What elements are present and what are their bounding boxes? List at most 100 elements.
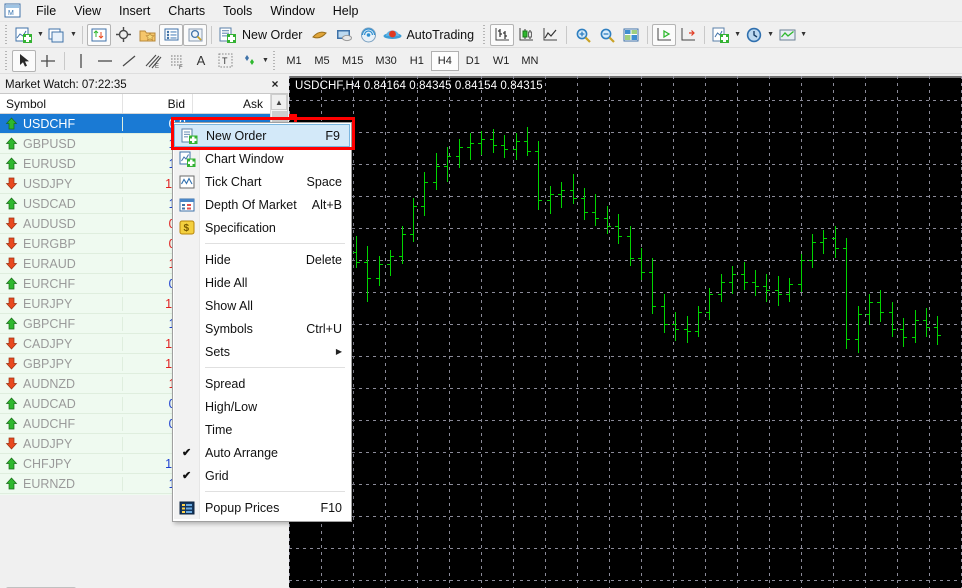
market-watch-context-menu[interactable]: New Order F9 Chart Window Tick Chart Space De… (172, 122, 352, 522)
ohlc-bar (687, 315, 688, 344)
ohlc-open-tick (570, 190, 573, 191)
context-menu-item[interactable]: Symbols Ctrl+U (173, 317, 351, 340)
ohlc-close-tick (368, 278, 371, 279)
timeframe-mn[interactable]: MN (515, 51, 544, 71)
context-menu-separator (205, 491, 345, 492)
ohlc-close-tick (688, 331, 691, 332)
data-window-button[interactable] (111, 24, 135, 46)
new-chart-dropdown-icon[interactable]: ▼ (36, 24, 45, 46)
navigator-button[interactable] (135, 24, 159, 46)
bar-chart-button[interactable] (490, 23, 515, 46)
signals-button[interactable] (356, 24, 380, 46)
ohlc-open-tick (809, 260, 812, 261)
column-header-symbol[interactable]: Symbol (0, 94, 122, 113)
new-order-button[interactable] (216, 24, 240, 46)
toolbar-grip-2[interactable] (481, 24, 488, 45)
chart-window[interactable]: USDCHF,H4 0.84164 0.84345 0.84154 0.8431… (289, 76, 962, 588)
timeframe-toolbar-grip[interactable] (271, 50, 277, 71)
symbol-name: AUDUSD (23, 216, 76, 231)
shapes-tool[interactable] (237, 50, 261, 72)
context-menu-item[interactable]: ✔ Grid (173, 464, 351, 487)
ohlc-close-tick (699, 312, 702, 313)
context-menu-item[interactable]: Spread (173, 372, 351, 395)
context-menu-item[interactable]: Popup Prices F10 (173, 496, 351, 519)
text-label-tool[interactable]: T (213, 50, 237, 72)
context-menu-item[interactable]: Sets ▶ (173, 340, 351, 363)
period-dropdown-icon[interactable]: ▼ (766, 24, 775, 46)
shapes-dropdown-icon[interactable]: ▼ (261, 50, 270, 72)
ohlc-open-tick (501, 145, 504, 146)
symbol-name: EURAUD (23, 256, 76, 271)
vertical-line-tool[interactable] (69, 50, 93, 72)
context-menu-item[interactable]: Hide All (173, 271, 351, 294)
period-button[interactable] (742, 24, 766, 46)
line-chart-button[interactable] (538, 24, 562, 46)
market-watch-close-icon[interactable]: × (268, 77, 282, 92)
timeframe-m30[interactable]: M30 (369, 51, 402, 71)
line-toolbar-grip[interactable] (3, 50, 9, 71)
context-menu-item[interactable]: Depth Of Market Alt+B (173, 193, 351, 216)
horizontal-line-tool[interactable] (93, 50, 117, 72)
ohlc-open-tick (775, 290, 778, 291)
menu-window[interactable]: Window (261, 1, 323, 21)
timeframe-d1[interactable]: D1 (459, 51, 487, 71)
profiles-button[interactable] (45, 24, 69, 46)
scrollbar-up-arrow-icon[interactable]: ▲ (271, 94, 287, 110)
crosshair-tool[interactable] (36, 50, 60, 72)
timeframe-m1[interactable]: M1 (280, 51, 308, 71)
menu-file[interactable]: File (27, 1, 65, 21)
indicators-button[interactable] (709, 24, 733, 46)
chart-shift-button[interactable] (676, 24, 700, 46)
context-menu-item[interactable]: ✔ Auto Arrange (173, 441, 351, 464)
auto-scroll-button[interactable] (652, 23, 677, 46)
autotrading-button[interactable] (380, 24, 404, 46)
timeframe-h1[interactable]: H1 (403, 51, 431, 71)
ohlc-close-tick (813, 242, 816, 243)
cursor-tool[interactable] (12, 49, 36, 72)
timeframe-m15[interactable]: M15 (336, 51, 369, 71)
context-menu-item-shortcut: F9 (325, 128, 340, 143)
ohlc-bar (402, 226, 403, 264)
fibonacci-tool[interactable]: F (165, 50, 189, 72)
new-order-label[interactable]: New Order (240, 28, 308, 42)
menu-help[interactable]: Help (324, 1, 368, 21)
column-header-bid[interactable]: Bid (122, 94, 192, 113)
context-menu-item-label: Chart Window (205, 151, 284, 166)
strategy-tester-button[interactable] (183, 23, 207, 46)
candlestick-chart-button[interactable] (514, 24, 538, 46)
templates-button[interactable] (775, 24, 799, 46)
chart-grid-button[interactable] (619, 24, 643, 46)
new-chart-button[interactable] (12, 24, 36, 46)
context-menu-item[interactable]: Time (173, 418, 351, 441)
context-menu-item[interactable]: Show All (173, 294, 351, 317)
autotrading-label[interactable]: AutoTrading (404, 28, 480, 42)
timeframe-w1[interactable]: W1 (487, 51, 516, 71)
toolbar-grip[interactable] (3, 24, 9, 45)
timeframe-m5[interactable]: M5 (308, 51, 336, 71)
menu-tools[interactable]: Tools (214, 1, 261, 21)
zoom-in-button[interactable] (571, 24, 595, 46)
menu-view[interactable]: View (65, 1, 110, 21)
zoom-out-button[interactable] (595, 24, 619, 46)
trendline-tool[interactable] (117, 50, 141, 72)
terminal-button[interactable] (159, 23, 183, 46)
context-menu-item[interactable]: High/Low (173, 395, 351, 418)
arrow-up-icon (5, 417, 18, 430)
profiles-dropdown-icon[interactable]: ▼ (69, 24, 78, 46)
timeframe-h4[interactable]: H4 (430, 50, 459, 71)
context-menu-item[interactable]: Hide Delete (173, 248, 351, 271)
indicators-dropdown-icon[interactable]: ▼ (733, 24, 742, 46)
market-watch-button[interactable] (87, 23, 111, 46)
equidistant-channel-tool[interactable]: E (141, 50, 165, 72)
column-header-ask[interactable]: Ask (192, 94, 270, 113)
metaeditor-button[interactable] (308, 24, 332, 46)
mql5-community-button[interactable] (332, 24, 356, 46)
templates-dropdown-icon[interactable]: ▼ (799, 24, 808, 46)
menu-charts[interactable]: Charts (159, 1, 214, 21)
context-menu-item[interactable]: $ Specification (173, 216, 351, 239)
context-menu-item[interactable]: Chart Window (173, 147, 351, 170)
context-menu-item[interactable]: Tick Chart Space (173, 170, 351, 193)
menu-insert[interactable]: Insert (110, 1, 159, 21)
text-tool[interactable]: A (189, 50, 213, 72)
context-menu-item[interactable]: New Order F9 (174, 124, 350, 147)
